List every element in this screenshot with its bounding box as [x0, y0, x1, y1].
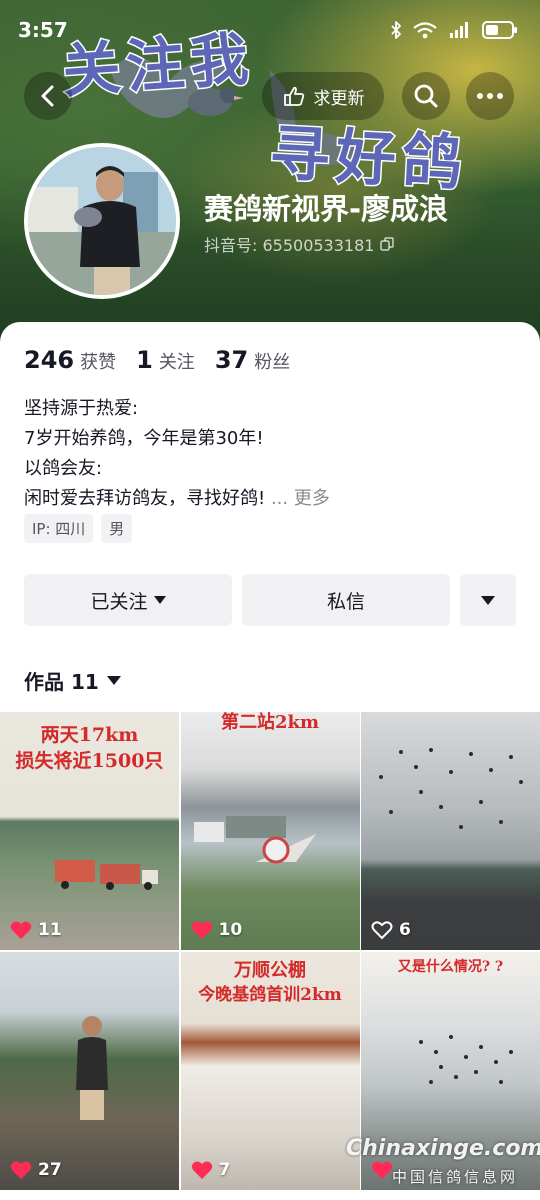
followed-button[interactable]: 已关注	[24, 574, 232, 626]
more-dots-icon	[477, 93, 503, 99]
truck-illustration	[193, 816, 316, 864]
profile-bio: 坚持源于热爱: 7岁开始养鸽，今年是第30年! 以鸽会友: 闲时爱去拜访鸽友，寻…	[24, 394, 504, 514]
stat-likes[interactable]: 246 获赞	[24, 346, 116, 374]
profile-stats: 246 获赞 1 关注 37 粉丝	[24, 346, 290, 374]
heart-filled-icon	[371, 1161, 393, 1179]
video-tile[interactable]: 万顺公棚 今晚基鸽首训2km 7	[180, 952, 360, 1190]
works-title: 作品 11	[24, 670, 99, 694]
bluetooth-icon	[391, 21, 401, 39]
profile-tags: IP: 四川 男	[24, 514, 133, 543]
hand-pointing-icon	[283, 86, 304, 106]
stat-followers-value: 37	[214, 346, 249, 374]
stat-likes-value: 246	[24, 346, 75, 374]
video-tile[interactable]: 两天17km 损失将近1500只 11	[0, 712, 179, 950]
bio-line-text: 闲时爱去拜访鸽友，寻找好鸽!	[24, 488, 266, 509]
video-tile[interactable]: 27	[0, 952, 179, 1190]
heart-filled-icon	[10, 1161, 32, 1179]
video-tile[interactable]: 第二站2km 10	[180, 712, 360, 950]
video-caption: 两天17km	[40, 724, 139, 746]
caret-down-icon	[153, 596, 166, 604]
caret-down-icon	[106, 676, 121, 685]
stat-likes-label: 获赞	[80, 352, 117, 373]
works-tab[interactable]: 作品 11	[24, 666, 121, 695]
back-button[interactable]	[24, 72, 72, 120]
video-caption: 第二站2km	[220, 712, 320, 733]
battery-icon	[482, 21, 517, 39]
bird-flock-illustration	[379, 748, 523, 829]
bio-ellipsis: ...	[270, 488, 289, 509]
video-likes-count: 27	[38, 1160, 62, 1180]
video-likes-count: 10	[218, 920, 243, 940]
truck-illustration	[55, 860, 158, 890]
chevron-left-icon	[41, 85, 54, 107]
video-tile[interactable]: 6	[361, 712, 540, 950]
request-update-button[interactable]: 求更新	[262, 72, 384, 120]
video-caption: 今晚基鸽首训2km	[198, 985, 342, 1005]
heart-filled-icon	[191, 921, 212, 939]
status-time: 3:57	[18, 18, 68, 42]
video-likes: 27	[10, 1160, 62, 1180]
bio-more-link[interactable]: 更多	[294, 488, 330, 509]
video-likes: 6	[371, 920, 411, 940]
signal-4g-icon	[450, 22, 468, 38]
message-label: 私信	[326, 590, 365, 613]
watermark-domain: Chinaxinge.com	[346, 1136, 540, 1161]
heart-filled-icon	[191, 1161, 212, 1179]
avatar-photo	[28, 147, 176, 295]
profile-name: 赛鸽新视界-廖成浪	[204, 192, 449, 226]
person-illustration	[76, 1016, 108, 1120]
followed-label: 已关注	[90, 590, 148, 613]
search-button[interactable]	[402, 72, 450, 120]
copy-icon[interactable]	[380, 237, 395, 251]
heart-outline-icon	[371, 921, 393, 940]
stat-followers[interactable]: 37 粉丝	[215, 346, 290, 374]
video-likes-count: 7	[218, 1160, 231, 1180]
video-likes: 11	[10, 920, 62, 940]
bio-line: 以鸽会友:	[24, 458, 103, 479]
profile-actions: 已关注 私信	[24, 574, 516, 626]
bird-flock-illustration	[419, 1035, 513, 1084]
status-icons	[390, 20, 518, 40]
stat-following-value: 1	[136, 346, 153, 374]
stat-followers-label: 粉丝	[254, 352, 291, 373]
video-likes: 7	[191, 1160, 231, 1180]
profile-id: 抖音号: 65500533181	[204, 232, 395, 256]
tag-ip-location: IP: 四川	[24, 514, 94, 543]
recommend-dropdown-button[interactable]	[460, 574, 516, 626]
profile-id-text: 抖音号: 65500533181	[204, 236, 375, 255]
status-bar: 3:57	[0, 0, 540, 60]
bio-line: 坚持源于热爱:	[24, 398, 139, 419]
search-icon	[414, 84, 438, 108]
video-caption: 损失将近1500只	[15, 750, 164, 772]
profile-card: 246 获赞 1 关注 37 粉丝 坚持源于热爱: 7岁开始养鸽，今年是第30年…	[0, 322, 540, 1200]
watermark-site-name: 中国信鸽信息网	[392, 1168, 519, 1186]
bio-line: 7岁开始养鸽，今年是第30年!	[24, 428, 264, 449]
more-button[interactable]	[466, 72, 514, 120]
avatar[interactable]	[24, 143, 180, 299]
caret-down-icon	[481, 595, 495, 605]
video-caption: 万顺公棚	[234, 960, 306, 981]
video-likes-count: 11	[38, 920, 62, 940]
video-likes-count: 6	[399, 920, 411, 940]
heart-filled-icon	[10, 921, 32, 939]
stat-following-label: 关注	[158, 352, 195, 373]
message-button[interactable]: 私信	[242, 574, 450, 626]
stat-following[interactable]: 1 关注	[136, 346, 195, 374]
video-grid: 两天17km 损失将近1500只 11 第二站2km 10 6 27 万顺公棚 …	[0, 712, 540, 1190]
video-likes: 10	[191, 920, 243, 940]
video-caption: 又是什么情况? ?	[397, 959, 504, 975]
request-update-label: 求更新	[313, 88, 365, 109]
tag-gender: 男	[101, 514, 133, 543]
bio-line-last: 闲时爱去拜访鸽友，寻找好鸽! ... 更多	[24, 484, 504, 514]
wifi-6-icon	[413, 22, 437, 39]
